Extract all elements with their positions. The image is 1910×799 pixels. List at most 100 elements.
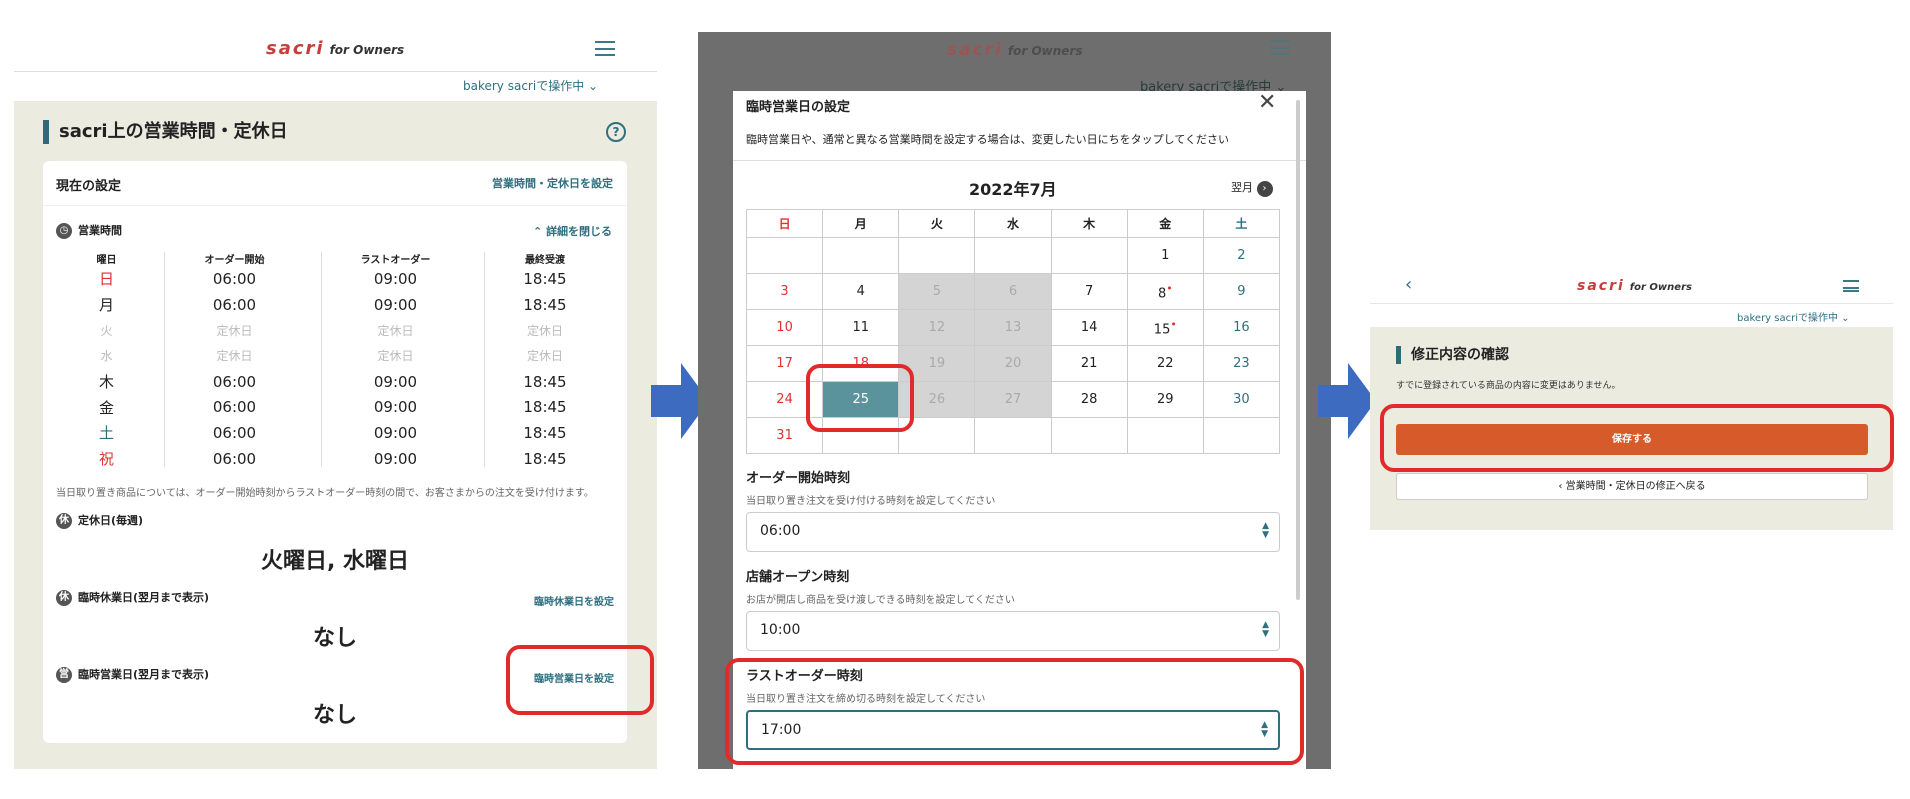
calendar-day: [1050, 237, 1128, 274]
last-cell: 09:00: [373, 269, 418, 288]
calendar-day: [1202, 417, 1281, 454]
calendar-day: [974, 417, 1052, 454]
weekly-holiday-value: 火曜日, 水曜日: [260, 549, 410, 574]
weekday: 日: [745, 209, 824, 238]
holiday-icon: 休: [56, 513, 72, 529]
start-cell: 定休日: [216, 323, 253, 338]
back-chevron-icon[interactable]: ‹: [1405, 274, 1412, 295]
calendar-day[interactable]: 22: [1126, 345, 1204, 382]
final-cell: 定休日: [526, 323, 563, 338]
calendar-day[interactable]: 8•: [1126, 273, 1204, 310]
hours-table: 曜日 オーダー開始 ラストオーダー 最終受渡 日 06:00 09:00 18:45 …: [59, 250, 614, 472]
table-row: 木 06:00 09:00 18:45: [59, 369, 614, 395]
last-cell: 定休日: [377, 349, 414, 364]
calendar-day: [898, 237, 976, 274]
final-cell: 18:45: [523, 269, 567, 288]
day-cell: 日: [98, 270, 114, 289]
day-cell: 月: [98, 296, 114, 315]
clock-icon: ◷: [56, 223, 72, 239]
menu-icon[interactable]: [595, 41, 615, 56]
next-month-button[interactable]: 翌月 ›: [1231, 179, 1273, 197]
table-row: 日 06:00 09:00 18:45: [59, 266, 614, 292]
start-cell: 06:00: [212, 372, 257, 391]
last-cell: 09:00: [373, 398, 418, 417]
calendar-day[interactable]: 14: [1050, 309, 1128, 346]
highlight-box: [725, 658, 1304, 765]
calendar-day[interactable]: 9: [1202, 273, 1281, 310]
day-cell: 土: [98, 424, 114, 443]
final-cell: 18:45: [523, 372, 567, 391]
last-cell: 09:00: [373, 295, 418, 314]
help-icon[interactable]: ?: [606, 122, 626, 142]
chevron-down-icon: ⌄: [588, 79, 599, 93]
col-order-start: オーダー開始: [204, 254, 265, 266]
calendar-day[interactable]: 16: [1202, 309, 1281, 346]
col-divider: [321, 252, 322, 467]
calendar-day[interactable]: 7: [1050, 273, 1128, 310]
calendar-day[interactable]: 4: [822, 273, 900, 310]
calendar-week: 10 11 12 13 14 15• 16: [745, 309, 1281, 346]
final-cell: 18:45: [523, 398, 567, 417]
weekday: 水: [974, 209, 1052, 238]
highlight-box: [1380, 404, 1894, 472]
collapse-details-link[interactable]: ⌃ 詳細を閉じる: [533, 223, 612, 239]
confirm-message: すでに登録されている商品の内容に変更はありません。: [1396, 381, 1621, 391]
mark-dot-icon: •: [1170, 317, 1177, 331]
menu-icon[interactable]: [1843, 280, 1859, 292]
temp-closed-link[interactable]: 臨時休業日を設定: [534, 593, 614, 608]
arrow-right-icon: [1318, 363, 1376, 439]
calendar-week: 1 2: [745, 237, 1281, 274]
scrollbar[interactable]: [1296, 100, 1300, 600]
open-time-hint: お店が開店し商品を受け渡しできる時刻を設定してください: [746, 595, 1015, 606]
calendar-day[interactable]: 28: [1050, 381, 1128, 418]
table-header: 曜日 オーダー開始 ラストオーダー 最終受渡: [59, 250, 614, 266]
store-switcher[interactable]: bakery sacriで操作中 ⌄: [463, 77, 598, 94]
calendar-day[interactable]: 3: [745, 273, 824, 310]
select-arrows-icon: ▲ ▼: [1262, 521, 1269, 540]
calendar-day[interactable]: 10: [745, 309, 824, 346]
store-switcher[interactable]: bakery sacriで操作中 ⌄: [1737, 309, 1850, 324]
calendar-day[interactable]: 21: [1050, 345, 1128, 382]
modal-title: 臨時営業日の設定: [746, 100, 851, 115]
start-cell: 定休日: [216, 349, 253, 364]
calendar-day[interactable]: 23: [1202, 345, 1281, 382]
confirm-title: 修正内容の確認: [1396, 346, 1509, 364]
brand-logo: sacri for Owners: [266, 38, 405, 59]
col-divider: [164, 252, 165, 467]
close-icon[interactable]: ✕: [1258, 90, 1276, 115]
open-time-select[interactable]: 10:00 ▲ ▼: [746, 611, 1280, 651]
mark-dot-icon: •: [1166, 281, 1173, 295]
calendar-week: 3 4 5 6 7 8• 9: [745, 273, 1281, 310]
calendar-day[interactable]: 29: [1126, 381, 1204, 418]
start-cell: 06:00: [212, 449, 257, 468]
chevron-up-icon: ⌃: [533, 225, 543, 238]
menu-icon: [1270, 40, 1290, 55]
calendar-day: [822, 237, 900, 274]
divider: [43, 205, 627, 206]
final-cell: 定休日: [526, 349, 563, 364]
weekday-header: 日 月 火 水 木 金 土: [745, 209, 1281, 238]
weekday: 木: [1050, 209, 1128, 238]
calendar-day: [745, 237, 824, 274]
set-hours-link[interactable]: 営業時間・定休日を設定: [492, 175, 613, 191]
brand-logo: sacri for Owners: [1577, 278, 1692, 294]
table-row: 祝 06:00 09:00 18:45: [59, 446, 614, 472]
col-day: 曜日: [96, 254, 117, 266]
back-to-edit-button[interactable]: ‹ 営業時間・定休日の修正へ戻る: [1396, 473, 1868, 500]
chevron-right-icon: ›: [1256, 181, 1273, 197]
temp-open-heading: 営臨時営業日(翌月まで表示): [56, 666, 209, 683]
calendar-day[interactable]: 11: [822, 309, 900, 346]
hours-heading: ◷ 営業時間: [56, 222, 122, 239]
order-start-label: オーダー開始時刻: [746, 471, 851, 486]
calendar-day-disabled: 6: [974, 273, 1052, 310]
calendar-day-disabled: 20: [974, 345, 1052, 382]
chevron-left-icon: ‹: [1558, 481, 1563, 492]
col-divider: [484, 252, 485, 467]
calendar-day[interactable]: 15•: [1126, 309, 1204, 346]
order-start-select[interactable]: 06:00 ▲ ▼: [746, 512, 1280, 552]
calendar-day[interactable]: 30: [1202, 381, 1281, 418]
calendar-day[interactable]: 2: [1202, 237, 1281, 274]
section-title: sacri上の営業時間・定休日: [43, 120, 288, 144]
calendar-day[interactable]: 1: [1126, 237, 1204, 274]
day-cell: 木: [98, 373, 114, 392]
